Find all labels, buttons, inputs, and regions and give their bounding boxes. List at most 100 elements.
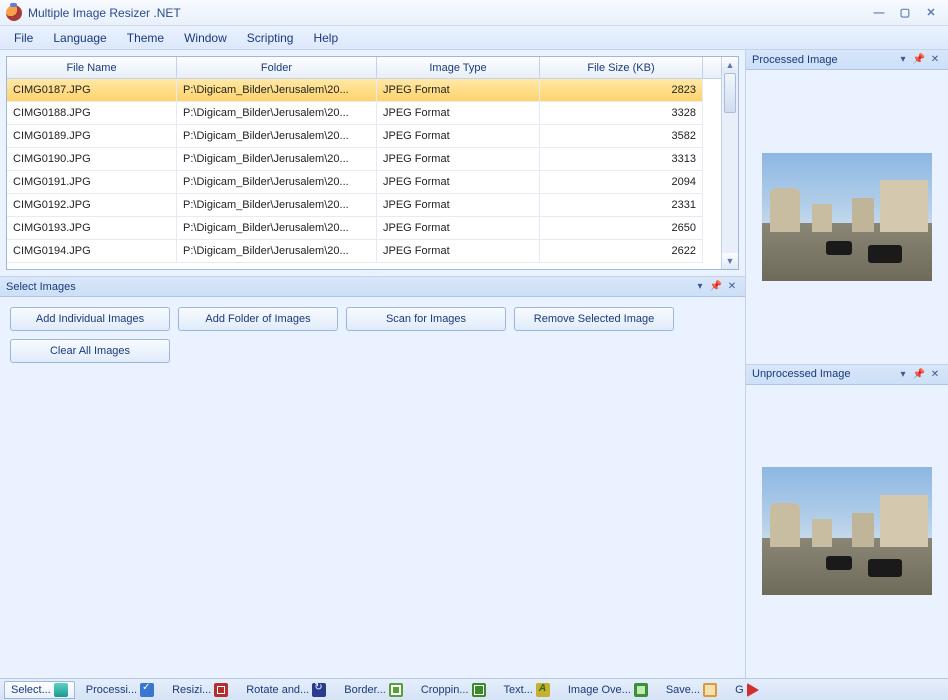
- text-icon: [536, 683, 550, 697]
- cell-type: JPEG Format: [377, 171, 540, 194]
- scroll-up-icon[interactable]: ▲: [722, 57, 738, 73]
- maximize-button[interactable]: ▢: [894, 6, 916, 20]
- menu-scripting[interactable]: Scripting: [237, 28, 304, 48]
- select-panel-title: Select Images: [6, 281, 76, 293]
- tab-select[interactable]: Select...: [4, 681, 75, 699]
- menubar: File Language Theme Window Scripting Hel…: [0, 26, 948, 50]
- cell-folder: P:\Digicam_Bilder\Jerusalem\20...: [177, 148, 377, 171]
- rotate-icon: [312, 683, 326, 697]
- cell-folder: P:\Digicam_Bilder\Jerusalem\20...: [177, 194, 377, 217]
- play-icon: [747, 683, 761, 697]
- select-images-panel: Select Images ▾ 📌 ✕ Add Individual Image…: [0, 276, 745, 678]
- border-icon: [389, 683, 403, 697]
- minimize-button[interactable]: —: [868, 6, 890, 20]
- cell-folder: P:\Digicam_Bilder\Jerusalem\20...: [177, 125, 377, 148]
- select-icon: [54, 683, 68, 697]
- menu-file[interactable]: File: [4, 28, 43, 48]
- crop-icon: [472, 683, 486, 697]
- tab-processing[interactable]: Processi...: [79, 681, 161, 699]
- tab-rotate[interactable]: Rotate and...: [239, 681, 333, 699]
- add-individual-button[interactable]: Add Individual Images: [10, 307, 170, 331]
- cell-size: 3582: [540, 125, 703, 148]
- cell-folder: P:\Digicam_Bilder\Jerusalem\20...: [177, 240, 377, 263]
- scroll-down-icon[interactable]: ▼: [722, 253, 738, 269]
- processed-close-icon[interactable]: ✕: [928, 53, 942, 67]
- cell-size: 3328: [540, 102, 703, 125]
- cell-name: CIMG0194.JPG: [7, 240, 177, 263]
- tab-border[interactable]: Border...: [337, 681, 410, 699]
- unprocessed-image-preview: [762, 467, 932, 595]
- clear-all-button[interactable]: Clear All Images: [10, 339, 170, 363]
- table-row[interactable]: CIMG0193.JPGP:\Digicam_Bilder\Jerusalem\…: [7, 217, 721, 240]
- tab-overlay[interactable]: Image Ove...: [561, 681, 655, 699]
- cell-size: 2094: [540, 171, 703, 194]
- cell-size: 2650: [540, 217, 703, 240]
- cell-name: CIMG0189.JPG: [7, 125, 177, 148]
- check-icon: [140, 683, 154, 697]
- cell-name: CIMG0190.JPG: [7, 148, 177, 171]
- table-row[interactable]: CIMG0191.JPGP:\Digicam_Bilder\Jerusalem\…: [7, 171, 721, 194]
- tab-save[interactable]: Save...: [659, 681, 724, 699]
- table-row[interactable]: CIMG0188.JPGP:\Digicam_Bilder\Jerusalem\…: [7, 102, 721, 125]
- processed-title: Processed Image: [752, 54, 838, 66]
- overlay-icon: [634, 683, 648, 697]
- cell-size: 3313: [540, 148, 703, 171]
- table-row[interactable]: CIMG0189.JPGP:\Digicam_Bilder\Jerusalem\…: [7, 125, 721, 148]
- scan-images-button[interactable]: Scan for Images: [346, 307, 506, 331]
- titlebar: Multiple Image Resizer .NET — ▢ ✕: [0, 0, 948, 26]
- cell-folder: P:\Digicam_Bilder\Jerusalem\20...: [177, 102, 377, 125]
- table-row[interactable]: CIMG0190.JPGP:\Digicam_Bilder\Jerusalem\…: [7, 148, 721, 171]
- tab-resizing[interactable]: Resizi...: [165, 681, 235, 699]
- cell-type: JPEG Format: [377, 79, 540, 102]
- cell-type: JPEG Format: [377, 240, 540, 263]
- panel-close-icon[interactable]: ✕: [725, 280, 739, 294]
- menu-window[interactable]: Window: [174, 28, 237, 48]
- unprocessed-title: Unprocessed Image: [752, 368, 850, 380]
- tab-go[interactable]: G: [728, 681, 768, 699]
- col-header-type[interactable]: Image Type: [377, 57, 540, 78]
- resize-icon: [214, 683, 228, 697]
- col-header-size[interactable]: File Size (KB): [540, 57, 703, 78]
- cell-type: JPEG Format: [377, 148, 540, 171]
- table-row[interactable]: CIMG0187.JPGP:\Digicam_Bilder\Jerusalem\…: [7, 79, 721, 102]
- cell-folder: P:\Digicam_Bilder\Jerusalem\20...: [177, 171, 377, 194]
- tab-cropping[interactable]: Croppin...: [414, 681, 493, 699]
- bottom-tabstrip: Select... Processi... Resizi... Rotate a…: [0, 678, 948, 700]
- menu-language[interactable]: Language: [43, 28, 116, 48]
- unprocessed-close-icon[interactable]: ✕: [928, 367, 942, 381]
- panel-dropdown-icon[interactable]: ▾: [693, 280, 707, 294]
- remove-selected-button[interactable]: Remove Selected Image: [514, 307, 674, 331]
- unprocessed-pin-icon[interactable]: 📌: [912, 367, 926, 381]
- tab-text[interactable]: Text...: [497, 681, 557, 699]
- cell-size: 2622: [540, 240, 703, 263]
- close-button[interactable]: ✕: [920, 6, 942, 20]
- cell-folder: P:\Digicam_Bilder\Jerusalem\20...: [177, 79, 377, 102]
- processed-image-preview: [762, 153, 932, 281]
- col-header-name[interactable]: File Name: [7, 57, 177, 78]
- table-scrollbar[interactable]: ▲ ▼: [721, 57, 738, 269]
- table-row[interactable]: CIMG0194.JPGP:\Digicam_Bilder\Jerusalem\…: [7, 240, 721, 263]
- cell-type: JPEG Format: [377, 217, 540, 240]
- processed-dropdown-icon[interactable]: ▾: [896, 53, 910, 67]
- cell-size: 2331: [540, 194, 703, 217]
- table-header: File Name Folder Image Type File Size (K…: [7, 57, 721, 79]
- app-title: Multiple Image Resizer .NET: [28, 6, 181, 20]
- col-header-folder[interactable]: Folder: [177, 57, 377, 78]
- cell-type: JPEG Format: [377, 194, 540, 217]
- cell-name: CIMG0193.JPG: [7, 217, 177, 240]
- add-folder-button[interactable]: Add Folder of Images: [178, 307, 338, 331]
- panel-pin-icon[interactable]: 📌: [709, 280, 723, 294]
- cell-type: JPEG Format: [377, 125, 540, 148]
- cell-size: 2823: [540, 79, 703, 102]
- menu-help[interactable]: Help: [303, 28, 348, 48]
- processed-pin-icon[interactable]: 📌: [912, 53, 926, 67]
- cell-type: JPEG Format: [377, 102, 540, 125]
- cell-name: CIMG0188.JPG: [7, 102, 177, 125]
- cell-name: CIMG0192.JPG: [7, 194, 177, 217]
- unprocessed-dropdown-icon[interactable]: ▾: [896, 367, 910, 381]
- menu-theme[interactable]: Theme: [117, 28, 174, 48]
- app-icon: [6, 5, 22, 21]
- scroll-thumb[interactable]: [724, 73, 736, 113]
- cell-name: CIMG0187.JPG: [7, 79, 177, 102]
- table-row[interactable]: CIMG0192.JPGP:\Digicam_Bilder\Jerusalem\…: [7, 194, 721, 217]
